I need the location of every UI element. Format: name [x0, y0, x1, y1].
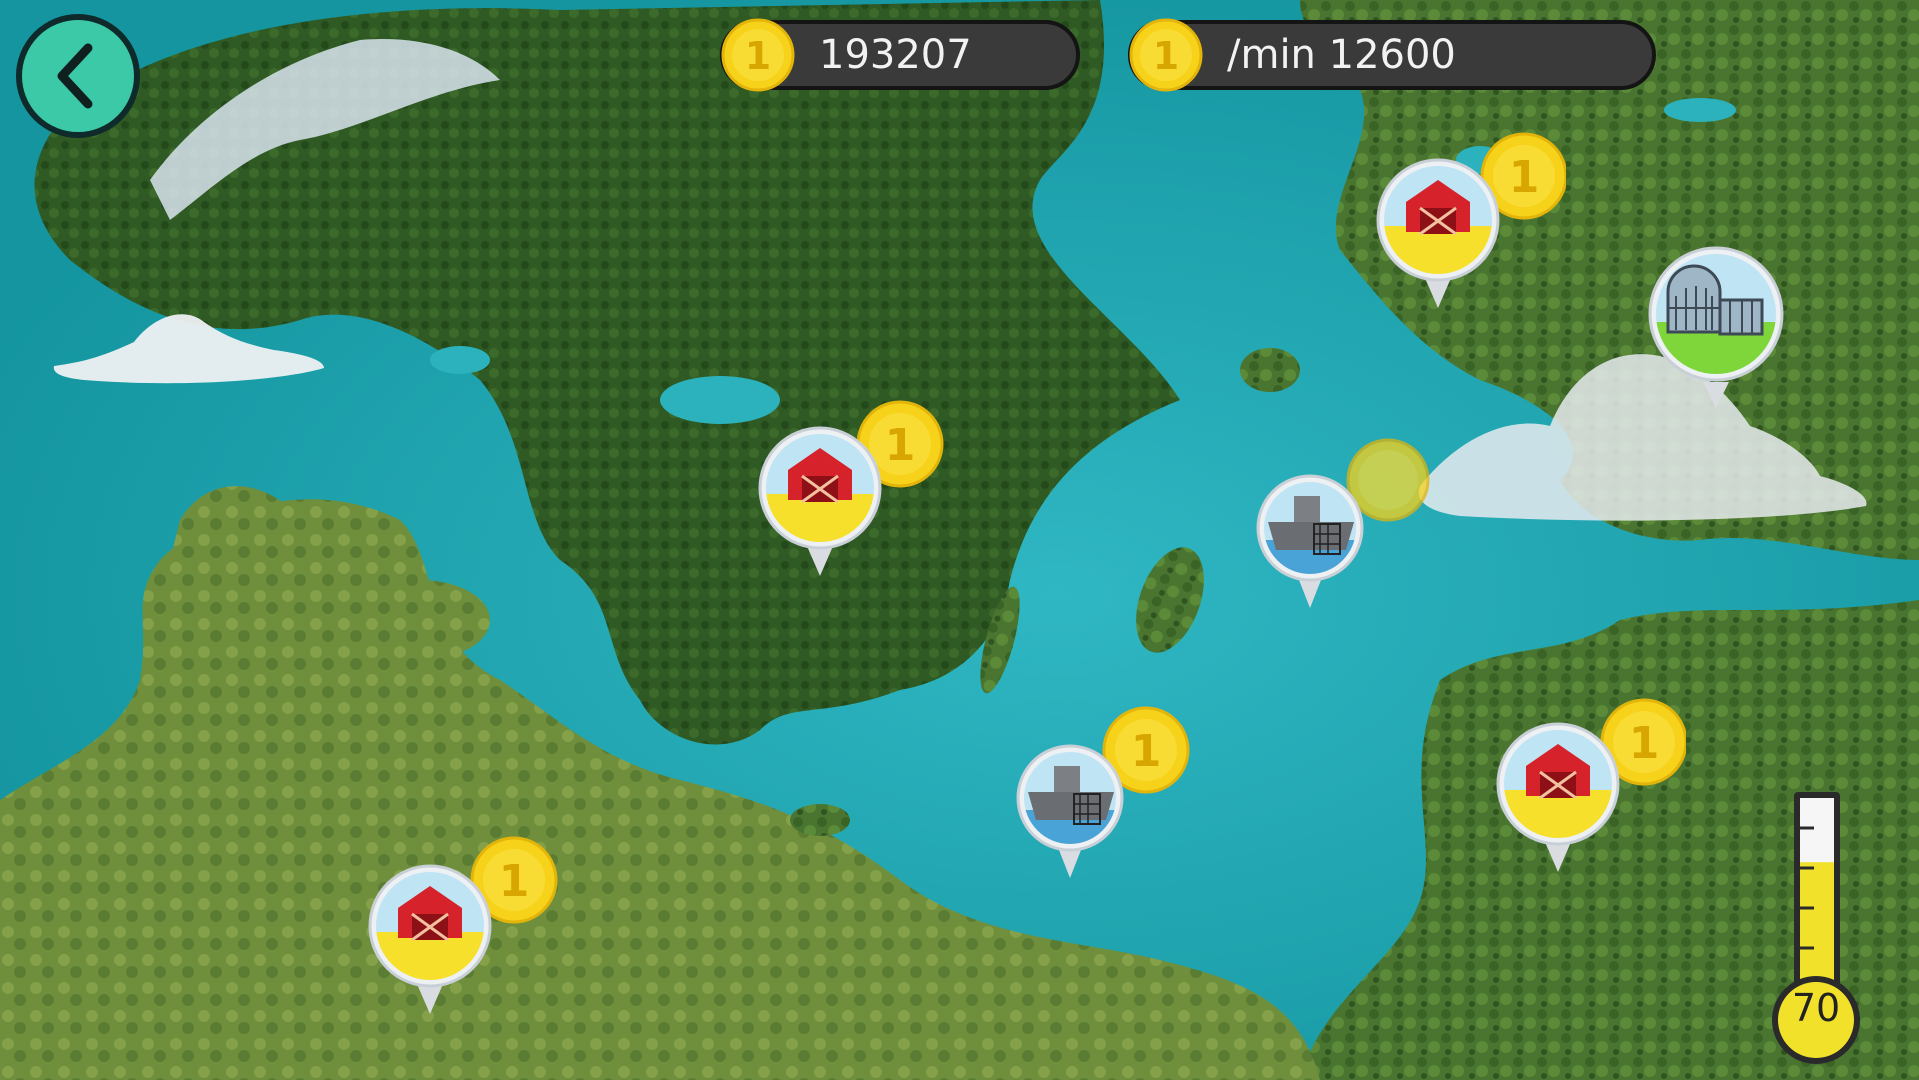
- coin-icon[interactable]: [1346, 438, 1430, 522]
- farm-pin[interactable]: 1: [1490, 690, 1688, 876]
- coin-glyph: 1: [1509, 152, 1540, 203]
- back-button[interactable]: [16, 14, 140, 138]
- coin-icon: 1: [721, 18, 795, 92]
- chevron-left-icon: [57, 43, 93, 109]
- fishing-pin[interactable]: [1254, 430, 1450, 610]
- fishing-pin[interactable]: 1: [1014, 700, 1210, 880]
- total-coins-value: 193207: [819, 32, 972, 78]
- farm-pin[interactable]: 1: [362, 832, 558, 1018]
- coin-glyph: 1: [499, 856, 530, 907]
- farm-pin[interactable]: 1: [1370, 126, 1568, 312]
- coin-glyph: 1: [1131, 726, 1162, 777]
- thermometer-value: 70: [1791, 986, 1841, 1030]
- coins-per-minute-value: /min 12600: [1227, 32, 1456, 78]
- cloud-east: [1418, 354, 1867, 521]
- cloud-west: [53, 314, 324, 384]
- coin-glyph: 1: [745, 34, 771, 78]
- coin-glyph: 1: [885, 420, 916, 471]
- greenhouse-pin[interactable]: [1646, 236, 1786, 416]
- farm-pin[interactable]: 1: [752, 396, 948, 582]
- coin-icon: 1: [1129, 18, 1203, 92]
- coins-per-minute-counter: 1 /min 12600: [1128, 18, 1656, 92]
- coin-glyph: 1: [1153, 34, 1179, 78]
- coin-glyph: 1: [1629, 718, 1660, 769]
- baltic-map: [0, 0, 1919, 1080]
- total-coins-counter: 1 193207: [720, 18, 1080, 92]
